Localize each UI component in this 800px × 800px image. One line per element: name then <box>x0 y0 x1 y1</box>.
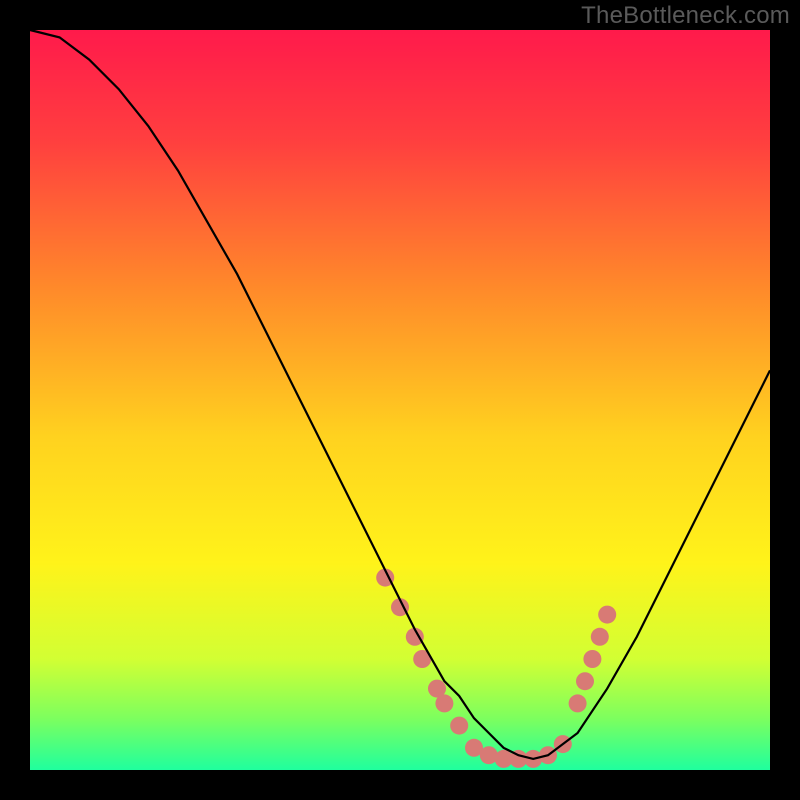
watermark-text: TheBottleneck.com <box>581 2 790 30</box>
bottleneck-chart <box>0 0 800 800</box>
highlight-dot <box>435 694 453 712</box>
highlight-dot <box>591 628 609 646</box>
highlight-dot <box>450 717 468 735</box>
highlight-dot <box>576 672 594 690</box>
plot-background <box>30 30 770 770</box>
chart-frame: { "watermark": "TheBottleneck.com", "cha… <box>0 0 800 800</box>
highlight-dot <box>583 650 601 668</box>
highlight-dot <box>569 694 587 712</box>
highlight-dot <box>598 606 616 624</box>
